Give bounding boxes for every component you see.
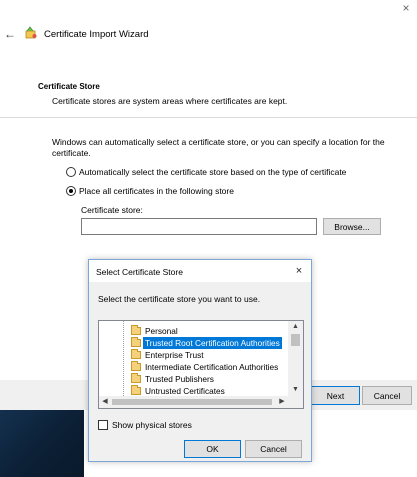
tree-item-intermediate[interactable]: Intermediate Certification Authorities bbox=[131, 361, 280, 373]
tree-item-label: Trusted Root Certification Authorities bbox=[143, 337, 282, 349]
radio-button-checked[interactable] bbox=[66, 186, 76, 196]
scrollbar-corner bbox=[288, 396, 303, 408]
cancel-button[interactable]: Cancel bbox=[362, 386, 412, 405]
radio-place-all[interactable]: Place all certificates in the following … bbox=[66, 185, 234, 197]
tree-item-label: Enterprise Trust bbox=[145, 350, 204, 360]
scroll-thumb[interactable] bbox=[112, 399, 272, 405]
section-description: Certificate stores are system areas wher… bbox=[52, 96, 288, 106]
scroll-right-icon[interactable]: ▶ bbox=[276, 396, 288, 408]
horizontal-scrollbar[interactable]: ◀ ▶ bbox=[99, 396, 288, 408]
tree-item-trusted-publishers[interactable]: Trusted Publishers bbox=[131, 373, 216, 385]
radio-auto-select[interactable]: Automatically select the certificate sto… bbox=[66, 166, 346, 178]
folder-icon bbox=[131, 385, 141, 395]
desktop-background bbox=[0, 410, 84, 477]
window-title: Certificate Import Wizard bbox=[44, 29, 149, 40]
next-button[interactable]: Next bbox=[311, 386, 360, 405]
tree-item-label: Trusted Publishers bbox=[145, 374, 214, 384]
radio-place-all-label: Place all certificates in the following … bbox=[79, 186, 234, 196]
close-icon[interactable]: × bbox=[400, 2, 412, 14]
divider bbox=[0, 117, 417, 118]
vertical-scrollbar[interactable]: ▲ ▼ bbox=[288, 321, 303, 396]
scroll-thumb[interactable] bbox=[291, 334, 300, 346]
radio-button[interactable] bbox=[66, 167, 76, 177]
scroll-up-icon[interactable]: ▲ bbox=[288, 321, 303, 333]
select-store-dialog: Select Certificate Store × Select the ce… bbox=[88, 259, 312, 462]
folder-icon bbox=[131, 337, 141, 347]
tree-item-label: Intermediate Certification Authorities bbox=[145, 362, 279, 372]
folder-icon bbox=[131, 349, 141, 359]
section-heading: Certificate Store bbox=[38, 82, 100, 91]
browse-button[interactable]: Browse... bbox=[323, 218, 381, 235]
tree-item-label: Personal bbox=[145, 326, 178, 336]
folder-icon bbox=[131, 325, 141, 335]
certificate-wizard-icon bbox=[24, 26, 38, 40]
scroll-down-icon[interactable]: ▼ bbox=[288, 384, 303, 396]
back-arrow-icon[interactable]: ← bbox=[4, 27, 18, 41]
checkbox[interactable] bbox=[98, 420, 108, 430]
certificate-store-label: Certificate store: bbox=[81, 205, 143, 215]
certificate-store-field[interactable] bbox=[81, 218, 317, 235]
store-tree[interactable]: Personal Trusted Root Certification Auth… bbox=[98, 320, 304, 409]
intro-text: Windows can automatically select a certi… bbox=[52, 137, 385, 158]
tree-item-personal[interactable]: Personal bbox=[131, 325, 180, 337]
dialog-close-icon[interactable]: × bbox=[293, 265, 305, 277]
show-physical-stores-checkbox[interactable]: Show physical stores bbox=[98, 420, 192, 430]
show-physical-stores-label: Show physical stores bbox=[112, 420, 192, 430]
scroll-left-icon[interactable]: ◀ bbox=[99, 396, 111, 408]
ok-button[interactable]: OK bbox=[184, 440, 241, 458]
dialog-prompt: Select the certificate store you want to… bbox=[98, 294, 261, 304]
dialog-title: Select Certificate Store bbox=[96, 267, 183, 277]
dialog-cancel-button[interactable]: Cancel bbox=[245, 440, 302, 458]
tree-item-enterprise-trust[interactable]: Enterprise Trust bbox=[131, 349, 206, 361]
radio-auto-select-label: Automatically select the certificate sto… bbox=[79, 167, 347, 177]
tree-item-trusted-root[interactable]: Trusted Root Certification Authorities bbox=[131, 337, 282, 349]
folder-icon bbox=[131, 373, 141, 383]
folder-icon bbox=[131, 361, 141, 371]
